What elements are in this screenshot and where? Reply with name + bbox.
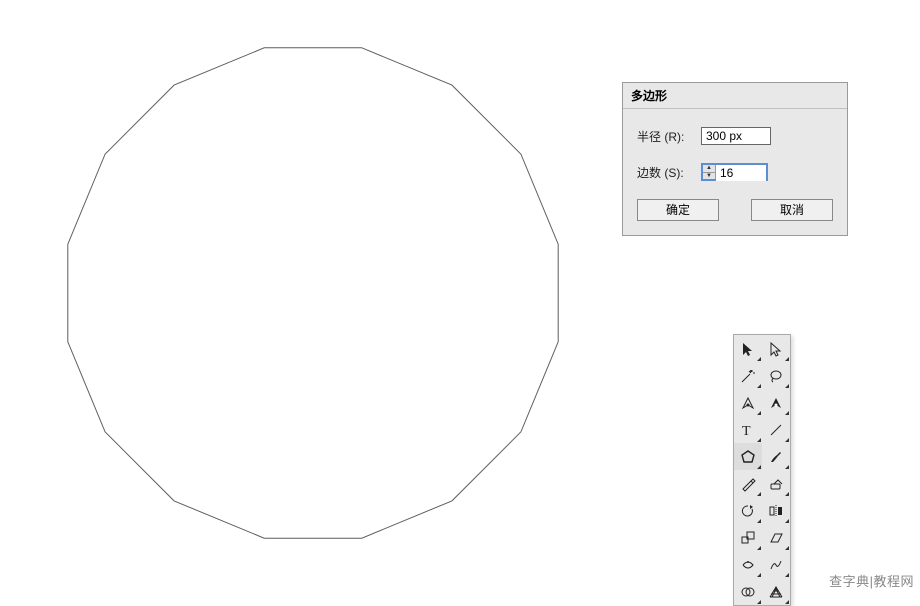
stepper-up-icon[interactable]: ▲ bbox=[703, 165, 715, 173]
polygon-tool[interactable] bbox=[734, 443, 762, 470]
radius-input[interactable] bbox=[701, 127, 771, 145]
dialog-body: 半径 (R): 边数 (S): ▲ ▼ 确定 取消 bbox=[623, 109, 847, 235]
dialog-buttons: 确定 取消 bbox=[637, 199, 833, 221]
scale-tool[interactable] bbox=[734, 524, 762, 551]
sides-label: 边数 (S): bbox=[637, 164, 701, 181]
sides-stepper[interactable]: ▲ ▼ bbox=[701, 163, 768, 181]
ok-button[interactable]: 确定 bbox=[637, 199, 719, 221]
dialog-title: 多边形 bbox=[623, 83, 847, 109]
warp-tool[interactable] bbox=[762, 551, 790, 578]
stepper-down-icon[interactable]: ▼ bbox=[703, 173, 715, 180]
width-tool[interactable] bbox=[734, 551, 762, 578]
paintbrush-tool[interactable] bbox=[762, 443, 790, 470]
eraser-tool[interactable] bbox=[762, 470, 790, 497]
polygon-dialog: 多边形 半径 (R): 边数 (S): ▲ ▼ 确定 取消 bbox=[622, 82, 848, 236]
rotate-tool[interactable] bbox=[734, 497, 762, 524]
reflect-tool[interactable] bbox=[762, 497, 790, 524]
perspective-grid-tool[interactable] bbox=[762, 578, 790, 605]
radius-label: 半径 (R): bbox=[637, 128, 701, 145]
pen-tool[interactable] bbox=[734, 389, 762, 416]
tools-panel: T bbox=[733, 334, 791, 606]
sides-input[interactable] bbox=[716, 165, 766, 181]
sides-row: 边数 (S): ▲ ▼ bbox=[637, 163, 833, 181]
polygon-shape bbox=[58, 38, 568, 548]
line-segment-tool[interactable] bbox=[762, 416, 790, 443]
selection-tool[interactable] bbox=[734, 335, 762, 362]
canvas-area bbox=[0, 0, 600, 594]
type-tool[interactable]: T bbox=[734, 416, 762, 443]
pencil-tool[interactable] bbox=[734, 470, 762, 497]
shape-builder-tool[interactable] bbox=[734, 578, 762, 605]
lasso-tool[interactable] bbox=[762, 362, 790, 389]
add-anchor-tool[interactable] bbox=[762, 389, 790, 416]
shear-tool[interactable] bbox=[762, 524, 790, 551]
radius-row: 半径 (R): bbox=[637, 127, 833, 145]
svg-text:T: T bbox=[742, 424, 751, 438]
cancel-button[interactable]: 取消 bbox=[751, 199, 833, 221]
watermark-text: 查字典|教程网 bbox=[829, 571, 914, 590]
direct-selection-tool[interactable] bbox=[762, 335, 790, 362]
magic-wand-tool[interactable] bbox=[734, 362, 762, 389]
